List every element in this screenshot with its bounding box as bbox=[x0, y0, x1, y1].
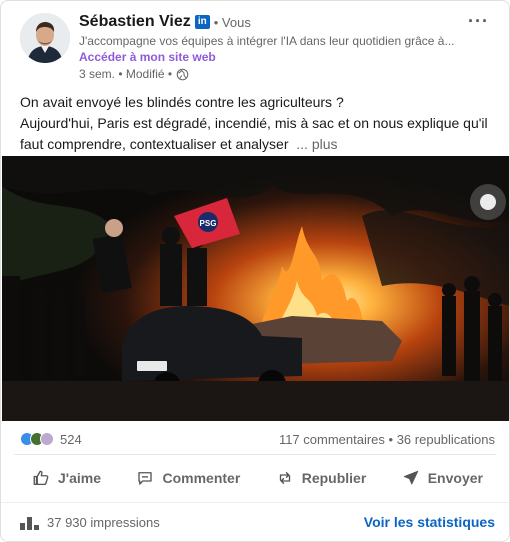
social-counts: 524 117 commentaires • 36 republications bbox=[20, 429, 495, 449]
post-text-line-2: Aujourd'hui, Paris est dégradé, incendié… bbox=[20, 113, 495, 155]
send-button[interactable]: Envoyer bbox=[390, 461, 495, 495]
riot-scene-illustration: PSG bbox=[2, 156, 509, 421]
reaction-count[interactable]: 524 bbox=[60, 432, 82, 447]
post-timestamp: 3 sem. • Modifié • bbox=[79, 67, 173, 81]
comment-icon bbox=[138, 472, 153, 485]
author-avatar[interactable] bbox=[20, 13, 70, 63]
flag-text: PSG bbox=[200, 219, 217, 228]
post-text-line-1: On avait envoyé les blindés contre les a… bbox=[20, 94, 344, 110]
linkedin-badge-icon: in bbox=[194, 15, 210, 29]
comment-button[interactable]: Commenter bbox=[124, 461, 252, 495]
support-reaction-icon bbox=[40, 432, 54, 446]
reactions-summary[interactable]: 524 bbox=[20, 432, 82, 447]
connection-degree: • Vous bbox=[213, 14, 251, 30]
send-icon bbox=[403, 470, 418, 485]
author-headline: J'accompagne vos équipes à intégrer l'IA… bbox=[79, 34, 455, 48]
more-options-icon[interactable]: ··· bbox=[468, 11, 489, 32]
repost-button[interactable]: Republier bbox=[264, 461, 379, 495]
post-analytics: 37 930 impressions Voir les statistiques bbox=[20, 511, 495, 533]
comment-label: Commenter bbox=[162, 470, 241, 486]
website-link[interactable]: Accéder à mon site web bbox=[79, 50, 216, 64]
post-meta: 3 sem. • Modifié • bbox=[79, 67, 189, 81]
comments-count[interactable]: 117 commentaires bbox=[279, 432, 385, 447]
counts-separator: • bbox=[384, 431, 397, 447]
send-label: Envoyer bbox=[427, 470, 483, 486]
divider bbox=[14, 454, 496, 455]
view-statistics-link[interactable]: Voir les statistiques bbox=[364, 514, 495, 530]
reaction-icons bbox=[20, 432, 54, 446]
impressions-count: 37 930 impressions bbox=[47, 514, 160, 530]
post-image[interactable]: PSG bbox=[2, 156, 509, 421]
impressions: 37 930 impressions bbox=[20, 514, 160, 530]
post-text: On avait envoyé les blindés contre les a… bbox=[20, 92, 495, 155]
thumbs-up-icon bbox=[33, 470, 49, 486]
author-name[interactable]: Sébastien Viez bbox=[79, 13, 191, 31]
footer-divider bbox=[1, 502, 509, 503]
repost-label: Republier bbox=[301, 470, 367, 486]
bar-chart-icon bbox=[20, 517, 39, 530]
engagement-counts: 117 commentaires • 36 republications bbox=[279, 432, 495, 447]
post-text-body: Aujourd'hui, Paris est dégradé, incendié… bbox=[20, 115, 488, 152]
action-bar: J'aime Commenter Republier Envoyer bbox=[20, 460, 495, 496]
globe-icon bbox=[176, 68, 189, 80]
author-line: Sébastien Viez in • Vous bbox=[79, 13, 251, 31]
reposts-count[interactable]: 36 republications bbox=[397, 432, 495, 447]
repost-icon bbox=[279, 472, 290, 484]
see-more-link[interactable]: ... plus bbox=[296, 136, 337, 152]
like-button[interactable]: J'aime bbox=[20, 461, 113, 495]
like-label: J'aime bbox=[58, 470, 102, 486]
post-header: Sébastien Viez in • Vous J'accompagne vo… bbox=[1, 1, 509, 87]
post-card: Sébastien Viez in • Vous J'accompagne vo… bbox=[0, 0, 510, 542]
